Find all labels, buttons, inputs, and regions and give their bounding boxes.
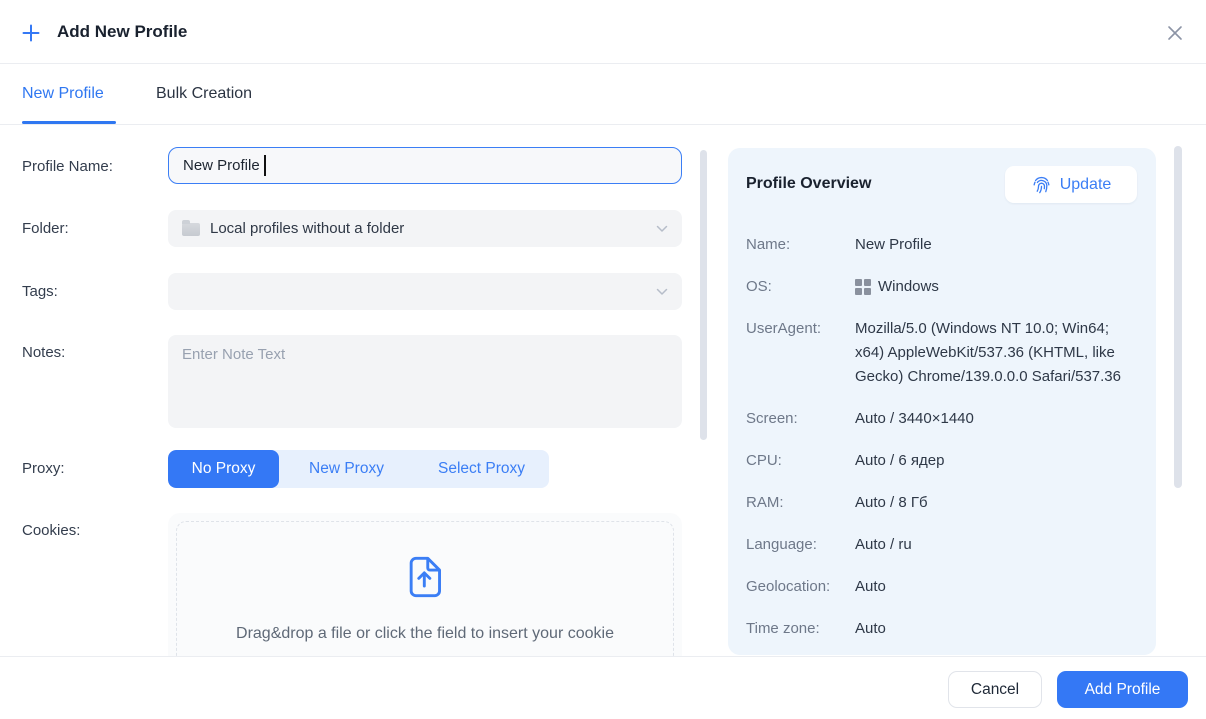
text-caret <box>264 155 266 176</box>
overview-row-timezone: Time zone: Auto <box>746 618 1140 641</box>
notes-textarea[interactable] <box>168 335 682 428</box>
overview-row-screen: Screen: Auto / 3440×1440 <box>746 408 1140 431</box>
chevron-down-icon <box>656 288 668 296</box>
cancel-button[interactable]: Cancel <box>948 671 1042 708</box>
modal-body: Profile Name: Folder: Tags: Notes: Proxy… <box>0 125 1206 656</box>
proxy-option-select-proxy[interactable]: Select Proxy <box>414 450 549 488</box>
overview-row-geolocation: Geolocation: Auto <box>746 576 1140 599</box>
tags-label: Tags: <box>22 282 58 302</box>
modal-header: Add New Profile <box>0 0 1206 64</box>
active-tab-underline <box>22 121 116 124</box>
folder-select-value: Local profiles without a folder <box>210 220 404 237</box>
tab-new-profile[interactable]: New Profile <box>22 85 104 103</box>
tab-bar: New Profile Bulk Creation <box>0 64 1206 125</box>
fingerprint-icon <box>1031 174 1052 195</box>
overview-rows: Name: New Profile OS: Windows UserAgent:… <box>746 234 1140 641</box>
proxy-option-new-proxy[interactable]: New Proxy <box>279 450 414 488</box>
modal-title: Add New Profile <box>57 22 187 42</box>
plus-icon <box>21 23 41 43</box>
tags-select[interactable] <box>168 273 682 310</box>
overview-row-ram: RAM: Auto / 8 Гб <box>746 492 1140 515</box>
tab-bulk-creation[interactable]: Bulk Creation <box>156 85 252 103</box>
update-button[interactable]: Update <box>1005 166 1137 203</box>
proxy-option-no-proxy[interactable]: No Proxy <box>168 450 279 488</box>
close-button[interactable] <box>1164 22 1186 44</box>
modal-footer: Cancel Add Profile <box>0 656 1206 719</box>
folder-select[interactable]: Local profiles without a folder <box>168 210 682 247</box>
profile-name-field-wrap <box>168 147 682 184</box>
overview-row-language: Language: Auto / ru <box>746 534 1140 557</box>
overview-row-name: Name: New Profile <box>746 234 1140 257</box>
close-icon <box>1166 24 1184 42</box>
cookies-dropzone-inner[interactable]: Drag&drop a file or click the field to i… <box>176 521 674 656</box>
overview-row-cpu: CPU: Auto / 6 ядер <box>746 450 1140 473</box>
profile-name-label: Profile Name: <box>22 157 113 177</box>
overview-title: Profile Overview <box>746 175 871 193</box>
overview-row-os: OS: Windows <box>746 276 1140 299</box>
add-profile-button[interactable]: Add Profile <box>1057 671 1188 708</box>
profile-name-input[interactable] <box>168 147 682 184</box>
proxy-segmented-control: No Proxy New Proxy Select Proxy <box>168 450 549 488</box>
chevron-down-icon <box>656 225 668 233</box>
overview-row-useragent: UserAgent: Mozilla/5.0 (Windows NT 10.0;… <box>746 318 1140 389</box>
notes-label: Notes: <box>22 343 65 363</box>
form-scrollbar-thumb[interactable] <box>700 150 707 440</box>
cookies-dropzone-text: Drag&drop a file or click the field to i… <box>236 622 614 646</box>
folder-label: Folder: <box>22 219 69 239</box>
update-button-label: Update <box>1060 176 1112 194</box>
cookies-dropzone: Drag&drop a file or click the field to i… <box>168 513 682 656</box>
profile-overview-panel: Profile Overview Update Name: New Profil… <box>728 148 1156 655</box>
windows-icon <box>855 279 871 295</box>
proxy-label: Proxy: <box>22 459 65 479</box>
folder-icon <box>182 223 200 236</box>
file-upload-icon <box>407 556 443 598</box>
cookies-label: Cookies: <box>22 521 80 541</box>
modal-scrollbar-thumb[interactable] <box>1174 146 1182 488</box>
